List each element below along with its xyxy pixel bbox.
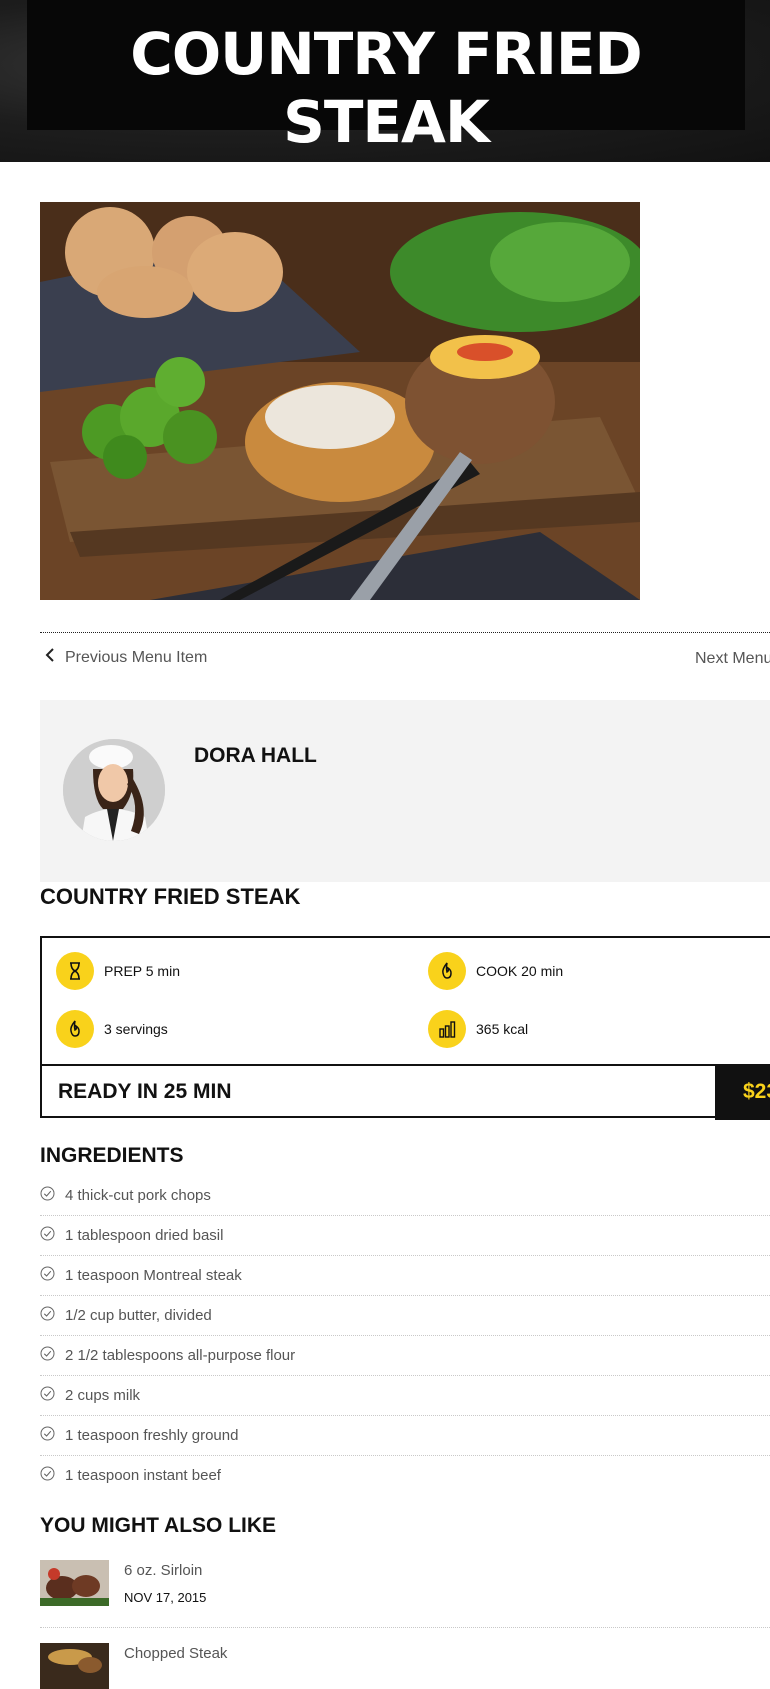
- related-item-date: NOV 17, 2015: [124, 1590, 207, 1605]
- related-item-name[interactable]: Chopped Steak: [124, 1645, 227, 1662]
- check-circle-icon: [40, 1226, 55, 1245]
- dish-photo-illustration: [40, 202, 640, 600]
- related-thumbnail[interactable]: [40, 1560, 109, 1606]
- related-thumbnail[interactable]: [40, 1643, 109, 1689]
- flame-icon: [428, 952, 466, 990]
- check-circle-icon: [40, 1466, 55, 1485]
- ingredient-item: 2 1/2 tablespoons all-purpose flour: [40, 1336, 770, 1376]
- author-name: DORA HALL: [194, 744, 317, 767]
- ingredient-text: 1/2 cup butter, divided: [65, 1307, 212, 1324]
- previous-menu-item-link[interactable]: Previous Menu Item: [45, 648, 207, 667]
- ingredients-list: 4 thick-cut pork chops 1 tablespoon dried…: [40, 1176, 770, 1495]
- ingredient-text: 1 tablespoon dried basil: [65, 1227, 224, 1244]
- check-circle-icon: [40, 1186, 55, 1205]
- prep-time: PREP 5 min: [56, 952, 180, 990]
- check-circle-icon: [40, 1266, 55, 1285]
- ingredient-item: 1 tablespoon dried basil: [40, 1216, 770, 1256]
- price-box: $23: [715, 1066, 770, 1120]
- related-item-name[interactable]: 6 oz. Sirloin: [124, 1562, 202, 1579]
- prep-label: PREP 5 min: [104, 963, 180, 979]
- ingredient-text: 4 thick-cut pork chops: [65, 1187, 211, 1204]
- cook-label: COOK 20 min: [476, 963, 564, 979]
- ingredient-text: 1 teaspoon Montreal steak: [65, 1267, 242, 1284]
- ingredients-title: INGREDIENTS: [40, 1144, 184, 1167]
- recipe-stats-box: PREP 5 min COOK 20 min 3 servings 365 kc…: [40, 936, 770, 1120]
- servings-label: 3 servings: [104, 1021, 168, 1037]
- divider: [40, 632, 770, 633]
- ingredient-item: 1 teaspoon freshly ground: [40, 1416, 770, 1456]
- divider: [40, 1627, 770, 1628]
- servings: 3 servings: [56, 1010, 168, 1048]
- ingredient-item: 2 cups milk: [40, 1376, 770, 1416]
- check-circle-icon: [40, 1386, 55, 1405]
- cook-time: COOK 20 min: [428, 952, 563, 990]
- check-circle-icon: [40, 1306, 55, 1325]
- ingredient-item: 1 teaspoon Montreal steak: [40, 1256, 770, 1296]
- ingredient-text: 1 teaspoon instant beef: [65, 1467, 221, 1484]
- check-circle-icon: [40, 1426, 55, 1445]
- calories: 365 kcal: [428, 1010, 528, 1048]
- next-menu-item-link[interactable]: Next Menu Item: [695, 650, 770, 668]
- ingredient-text: 2 1/2 tablespoons all-purpose flour: [65, 1347, 296, 1364]
- related-title: YOU MIGHT ALSO LIKE: [40, 1514, 277, 1537]
- page-title: COUNTRY FRIED STEAK: [130, 20, 642, 156]
- ready-row: READY IN 25 MIN $23: [42, 1064, 770, 1120]
- ingredient-text: 1 teaspoon freshly ground: [65, 1427, 239, 1444]
- recipe-title: COUNTRY FRIED STEAK: [40, 884, 301, 909]
- calories-label: 365 kcal: [476, 1021, 529, 1037]
- bar-chart-icon: [428, 1010, 466, 1048]
- flame-icon: [56, 1010, 94, 1048]
- previous-menu-item-label: Previous Menu Item: [65, 648, 208, 666]
- check-circle-icon: [40, 1346, 55, 1365]
- ready-time: READY IN 25 MIN: [58, 1080, 232, 1103]
- ingredient-text: 2 cups milk: [65, 1387, 141, 1404]
- hourglass-icon: [56, 952, 94, 990]
- dish-photo: [40, 202, 640, 600]
- avatar: [63, 739, 165, 841]
- ingredient-item: 1 teaspoon instant beef: [40, 1456, 770, 1495]
- ingredient-item: 1/2 cup butter, divided: [40, 1296, 770, 1336]
- chevron-left-icon: [45, 648, 55, 667]
- ingredient-item: 4 thick-cut pork chops: [40, 1176, 770, 1216]
- price: $23: [743, 1080, 770, 1103]
